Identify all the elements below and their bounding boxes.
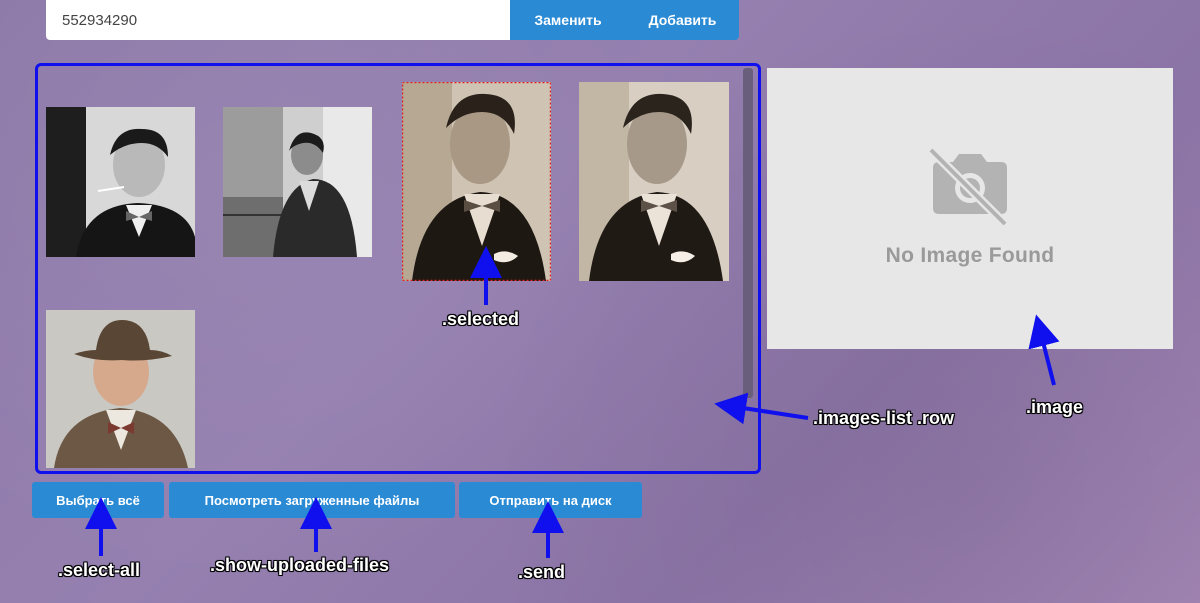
top-button-group: Заменить Добавить	[510, 0, 739, 40]
annotation-send: .send	[518, 562, 566, 582]
thumbnail-photo-4[interactable]	[579, 82, 729, 281]
no-image-text: No Image Found	[885, 244, 1055, 267]
thumbnail-photo-3-selected[interactable]	[402, 82, 551, 281]
add-button[interactable]: Добавить	[626, 0, 739, 40]
thumbnail-photo-1[interactable]	[46, 107, 195, 257]
camera-off-icon	[927, 146, 1009, 226]
thumbnail-photo-5[interactable]	[46, 310, 195, 468]
annotation-show-uploaded-files: .show-uploaded-files	[210, 555, 390, 575]
replace-button[interactable]: Заменить	[510, 0, 626, 40]
show-uploaded-files-button[interactable]: Посмотреть загруженные файлы	[169, 482, 455, 518]
thumbnail-photo-2[interactable]	[223, 107, 372, 257]
annotation-select-all: .select-all	[58, 560, 141, 580]
annotation-images-list-row: .images-list .row	[813, 408, 955, 428]
image-preview: No Image Found	[767, 68, 1173, 349]
select-all-button[interactable]: Выбрать всё	[32, 482, 164, 518]
annotation-selected: .selected	[442, 309, 520, 329]
images-list-scrollbar[interactable]	[743, 68, 753, 398]
send-to-disk-button[interactable]: Отправить на диск	[459, 482, 642, 518]
annotation-image: .image	[1026, 397, 1084, 417]
id-input[interactable]	[46, 0, 510, 40]
